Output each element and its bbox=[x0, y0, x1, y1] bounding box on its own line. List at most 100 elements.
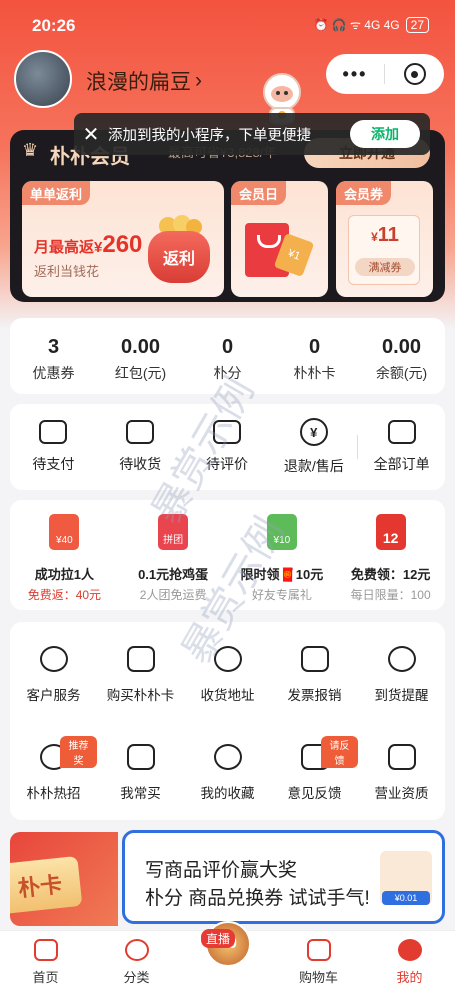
cashback-card[interactable]: 单单返利 月最高返¥260 返利当钱花 返利 bbox=[22, 181, 224, 297]
location-pin-icon bbox=[213, 646, 242, 672]
close-miniprogram-button[interactable] bbox=[385, 63, 444, 85]
order-pending-payment[interactable]: 待支付 bbox=[10, 420, 97, 474]
orders-panel: 待支付 待收货 待评价 ¥ 退款/售后 全部订单 bbox=[10, 404, 445, 490]
service-arrival-reminder[interactable]: 到货提醒 bbox=[358, 622, 445, 720]
home-icon bbox=[33, 939, 58, 961]
order-all[interactable]: 全部订单 bbox=[358, 420, 445, 474]
coupon-amount: ¥11 bbox=[349, 224, 421, 247]
asset-label: 红包(元) bbox=[114, 365, 167, 381]
username-link[interactable]: 浪漫的扁豆 › bbox=[86, 66, 202, 96]
target-icon bbox=[403, 63, 426, 85]
avatar[interactable] bbox=[14, 50, 72, 108]
coupon-ticket: ¥11 满减券 bbox=[348, 215, 420, 285]
review-promo-banner[interactable]: 写商品评价赢大奖 朴分 商品兑换券 试试手气! ¥0.01 bbox=[122, 830, 445, 924]
shopping-bag-icon bbox=[126, 744, 155, 770]
asset-value: 0 bbox=[221, 336, 234, 358]
cashback-amount-value: 260 bbox=[102, 231, 143, 258]
service-buy-card[interactable]: 购买朴朴卡 bbox=[97, 622, 184, 720]
service-label: 我的收藏 bbox=[200, 786, 255, 801]
asset-pupu-card[interactable]: 0 朴朴卡 bbox=[271, 318, 358, 394]
add-button[interactable]: 添加 bbox=[350, 120, 420, 148]
card-icon bbox=[126, 646, 155, 672]
service-label: 客户服务 bbox=[26, 688, 81, 703]
cashback-amount: 月最高返¥260 bbox=[34, 231, 142, 259]
wallet-icon bbox=[39, 420, 68, 444]
cart-icon bbox=[306, 939, 331, 961]
promo-title: 成功拉1人 bbox=[34, 567, 94, 582]
service-feedback[interactable]: 请反馈 意见反馈 bbox=[271, 720, 358, 818]
services-row: 推荐奖 朴朴热招 我常买 我的收藏 请反馈 意见反馈 营业资质 bbox=[10, 720, 445, 818]
order-pending-delivery[interactable]: 待收货 bbox=[97, 420, 184, 474]
feedback-badge: 请反馈 bbox=[321, 736, 358, 768]
asset-coupons[interactable]: 3 优惠券 bbox=[10, 318, 97, 394]
chevron-right-icon: › bbox=[195, 69, 202, 92]
status-bar: 20:26 ⏰ 🎧 ᯤ 4G 4G 27 bbox=[0, 0, 455, 44]
service-hiring[interactable]: 推荐奖 朴朴热招 bbox=[10, 720, 97, 818]
miniprogram-capsule: ••• bbox=[326, 54, 444, 94]
message-icon bbox=[212, 420, 241, 444]
refund-icon: ¥ bbox=[299, 418, 328, 446]
service-invoice[interactable]: 发票报销 bbox=[271, 622, 358, 720]
service-license[interactable]: 营业资质 bbox=[358, 720, 445, 818]
promo-subtitle: 免费返：40元 bbox=[27, 588, 102, 602]
tab-mine[interactable]: 我的 bbox=[364, 931, 455, 1000]
order-label: 待支付 bbox=[32, 456, 75, 472]
invoice-icon bbox=[300, 646, 329, 672]
promo-limited[interactable]: ¥10 限时领🧧10元 好友专属礼 bbox=[228, 500, 337, 610]
promo-free-claim[interactable]: 12 免费领：12元 每日限量：100 bbox=[336, 500, 445, 610]
asset-points[interactable]: 0 朴分 bbox=[184, 318, 271, 394]
promo-invite[interactable]: ¥40 成功拉1人 免费返：40元 bbox=[10, 500, 119, 610]
promo-subtitle: 每日限量：100 bbox=[350, 588, 431, 602]
service-label: 购买朴朴卡 bbox=[106, 688, 175, 703]
cashback-amount-prefix: 月最高返¥ bbox=[34, 239, 103, 256]
banner-price: ¥0.01 bbox=[382, 891, 430, 905]
promo-subtitle: 2人团免运费 bbox=[139, 588, 207, 602]
status-time: 20:26 bbox=[32, 16, 76, 35]
tab-cart[interactable]: 购物车 bbox=[273, 931, 364, 1000]
service-favorites[interactable]: 我的收藏 bbox=[184, 720, 271, 818]
battery-icon: 27 bbox=[405, 16, 429, 33]
asset-value: 0.00 bbox=[382, 336, 421, 358]
service-label: 发票报销 bbox=[287, 688, 342, 703]
promo-group-buy[interactable]: 拼团 0.1元抢鸡蛋 2人团免运费 bbox=[119, 500, 228, 610]
box-icon bbox=[126, 420, 155, 444]
asset-label: 余额(元) bbox=[375, 365, 428, 381]
tab-category[interactable]: 分类 bbox=[91, 931, 182, 1000]
coupon-amount-value: 11 bbox=[377, 224, 399, 246]
service-frequent-buys[interactable]: 我常买 bbox=[97, 720, 184, 818]
service-customer-support[interactable]: 客户服务 bbox=[10, 622, 97, 720]
coupon-type: 满减券 bbox=[355, 258, 415, 276]
more-menu-button[interactable]: ••• bbox=[326, 64, 384, 85]
asset-balance[interactable]: 0.00 余额(元) bbox=[358, 318, 445, 394]
cashback-subtitle: 返利当钱花 bbox=[34, 264, 100, 279]
profile-icon bbox=[397, 939, 422, 961]
order-pending-review[interactable]: 待评价 bbox=[184, 420, 271, 474]
member-day-card[interactable]: 会员日 ¥1 bbox=[231, 181, 328, 297]
banner-title: 写商品评价赢大奖 bbox=[145, 860, 298, 881]
asset-label: 朴分 bbox=[213, 365, 242, 381]
asset-value: 0.00 bbox=[121, 336, 160, 358]
grid-icon bbox=[124, 939, 149, 961]
refund-glyph: ¥ bbox=[310, 424, 318, 440]
tab-live[interactable]: 10 直播 bbox=[182, 921, 273, 1000]
coupon-currency: ¥ bbox=[371, 230, 378, 244]
clipboard-icon bbox=[387, 420, 416, 444]
member-coupon-card[interactable]: 会员券 ¥11 满减券 bbox=[336, 181, 433, 297]
tab-home[interactable]: 首页 bbox=[0, 931, 91, 1000]
tab-label: 购物车 bbox=[298, 970, 338, 985]
live-badge: 直播 bbox=[201, 929, 236, 948]
crown-icon: ♛ bbox=[22, 140, 39, 160]
promo-title: 免费领：12元 bbox=[350, 567, 431, 582]
service-address[interactable]: 收货地址 bbox=[184, 622, 271, 720]
card-promo-banner[interactable]: 朴卡 bbox=[10, 832, 118, 926]
order-label: 待收货 bbox=[119, 456, 162, 472]
asset-red-packets[interactable]: 0.00 红包(元) bbox=[97, 318, 184, 394]
promo-subtitle: 好友专属礼 bbox=[251, 588, 312, 602]
money-pouch-icon: 返利 bbox=[148, 231, 210, 283]
asset-value: 0 bbox=[308, 336, 321, 358]
username: 浪漫的扁豆 bbox=[86, 71, 191, 94]
order-refund[interactable]: ¥ 退款/售后 bbox=[270, 418, 357, 476]
close-icon[interactable]: ✕ bbox=[74, 122, 108, 147]
tab-label: 分类 bbox=[123, 970, 150, 985]
card-promo-text: 朴卡 bbox=[10, 855, 83, 915]
